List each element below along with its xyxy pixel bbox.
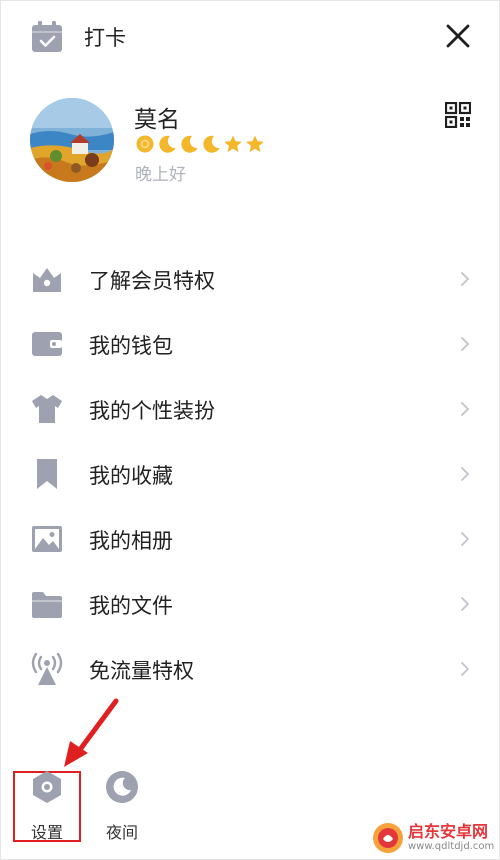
menu-item-album[interactable]: 我的相册 — [0, 506, 500, 571]
checkin-button[interactable]: 打卡 — [30, 20, 126, 54]
menu-item-label: 我的收藏 — [89, 464, 173, 488]
chevron-right-icon — [461, 532, 470, 546]
menu-item-wallet[interactable]: 我的钱包 — [0, 311, 500, 376]
qr-code-icon[interactable] — [445, 102, 471, 128]
watermark-logo-icon — [373, 823, 403, 853]
user-name: 莫名 — [134, 107, 180, 133]
chevron-right-icon — [461, 402, 470, 416]
menu-item-label: 了解会员特权 — [89, 269, 215, 293]
night-mode-label: 夜间 — [105, 823, 138, 842]
menu-item-label: 免流量特权 — [89, 659, 194, 683]
menu-item-label: 我的个性装扮 — [89, 399, 215, 423]
settings-label: 设置 — [30, 823, 63, 842]
annotation-arrow-icon — [64, 698, 119, 767]
drawer-menu: 了解会员特权 我的钱包 我的个性装扮 我的收藏 我的相册 我的文件 免流量特权 — [0, 246, 500, 701]
antenna-icon — [31, 652, 63, 685]
avatar-painting-image — [30, 98, 114, 182]
star-icon — [224, 135, 242, 152]
chevron-right-icon — [461, 597, 470, 611]
settings-hexagon-icon — [33, 771, 61, 803]
site-watermark: 启东安卓网 www.qdltdjd.com — [372, 820, 494, 856]
photo-icon — [32, 526, 62, 552]
menu-item-favorites[interactable]: 我的收藏 — [0, 441, 500, 506]
night-moon-icon — [106, 771, 138, 803]
menu-item-label: 我的相册 — [89, 529, 173, 553]
level-badges[interactable] — [135, 134, 265, 154]
menu-item-decoration[interactable]: 我的个性装扮 — [0, 376, 500, 441]
menu-item-files[interactable]: 我的文件 — [0, 571, 500, 636]
checkin-label: 打卡 — [84, 26, 126, 50]
chevron-right-icon — [461, 662, 470, 676]
chevron-right-icon — [461, 337, 470, 351]
menu-item-vip[interactable]: 了解会员特权 — [0, 246, 500, 311]
moon-icon — [159, 135, 176, 153]
top-bar: 打卡 — [0, 0, 500, 72]
night-mode-button[interactable]: 夜间 — [86, 769, 158, 843]
star-icon — [246, 135, 264, 152]
chevron-right-icon — [461, 272, 470, 286]
moon-icon — [203, 135, 220, 153]
moon-icon — [181, 135, 198, 153]
menu-item-label: 我的文件 — [89, 594, 173, 618]
calendar-check-icon — [32, 21, 62, 52]
menu-item-free-data[interactable]: 免流量特权 — [0, 636, 500, 701]
profile-section: 莫名 晚上好 — [0, 98, 500, 194]
folder-icon — [32, 592, 62, 618]
close-icon[interactable] — [444, 22, 472, 50]
sun-icon — [136, 135, 154, 153]
menu-item-label: 我的钱包 — [89, 334, 173, 358]
chevron-right-icon — [461, 467, 470, 481]
watermark-title: 启东安卓网 — [408, 822, 489, 841]
watermark-url: www.qdltdjd.com — [408, 841, 495, 852]
wallet-icon — [32, 332, 62, 356]
greeting-text: 晚上好 — [135, 165, 186, 185]
settings-button[interactable]: 设置 — [11, 769, 83, 843]
shirt-icon — [32, 395, 62, 423]
avatar[interactable] — [30, 98, 114, 182]
crown-icon — [33, 268, 61, 292]
bookmark-icon — [37, 459, 57, 489]
